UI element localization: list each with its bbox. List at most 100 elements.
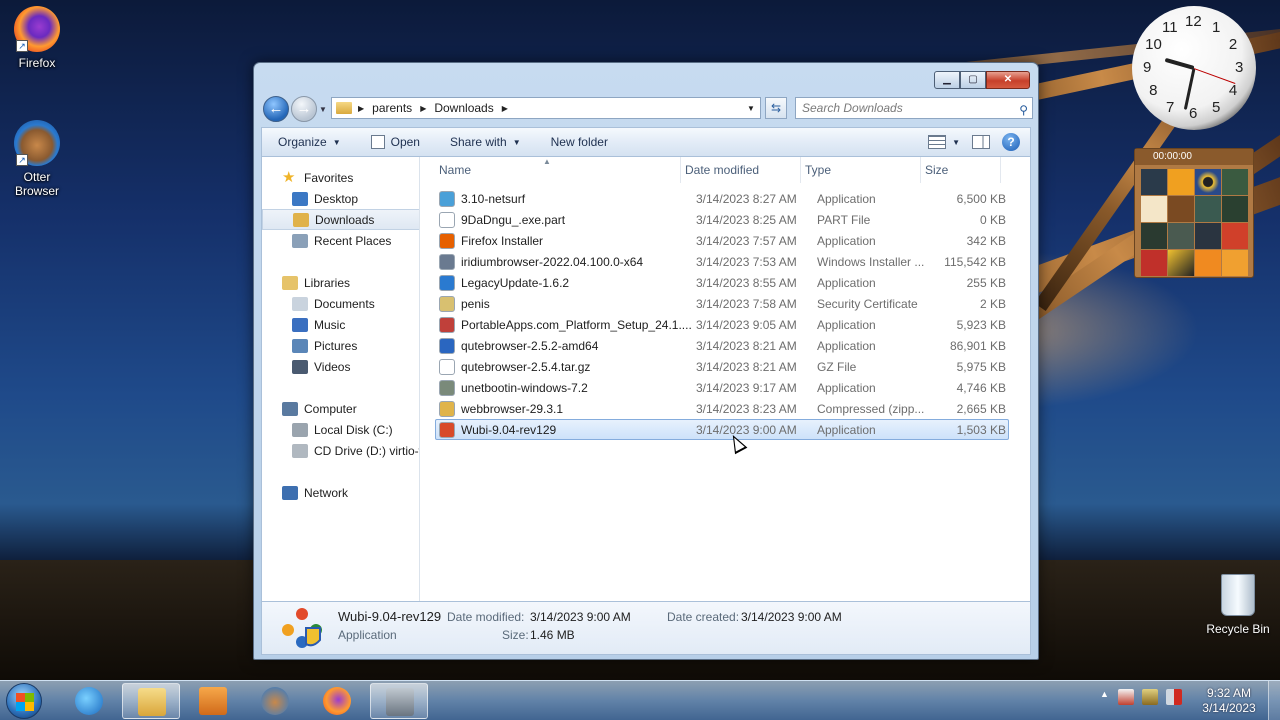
- volume-muted-icon[interactable]: [1166, 689, 1182, 705]
- nav-item-local-disk-c[interactable]: Local Disk (C:): [262, 419, 419, 440]
- network-icon: [282, 485, 298, 500]
- view-dropdown[interactable]: ▼: [952, 138, 960, 147]
- nav-item-libraries[interactable]: Libraries: [262, 272, 419, 293]
- show-desktop-button[interactable]: [1268, 681, 1280, 720]
- picture-puzzle-gadget[interactable]: 00:00:00: [1134, 148, 1254, 278]
- taskbar-button-windows-explorer[interactable]: [122, 683, 180, 719]
- file-row[interactable]: qutebrowser-2.5.4.tar.gz 3/14/2023 8:21 A…: [435, 356, 1009, 377]
- videos-icon: [292, 359, 308, 374]
- nav-item-cd-drive-d-virtio-w[interactable]: CD Drive (D:) virtio-w: [262, 440, 419, 461]
- taskbar-button-media-player[interactable]: [184, 683, 242, 719]
- desktop-icon-recycle-bin[interactable]: Recycle Bin: [1202, 574, 1274, 636]
- change-view-icon[interactable]: [928, 135, 947, 149]
- system-clock[interactable]: 9:32 AM 3/14/2023: [1196, 686, 1262, 716]
- column-header-size[interactable]: Size: [921, 157, 1001, 183]
- taskbar-button-internet-explorer[interactable]: [60, 683, 118, 719]
- taskbar-button-firefox[interactable]: [308, 683, 366, 719]
- puzzle-tile[interactable]: [1195, 223, 1221, 249]
- nav-item-pictures[interactable]: Pictures: [262, 335, 419, 356]
- taskbar-button-otter-browser[interactable]: [246, 683, 304, 719]
- search-input[interactable]: Search Downloads ⚲: [795, 97, 1033, 119]
- close-button[interactable]: ✕: [986, 71, 1030, 89]
- start-button[interactable]: [6, 683, 42, 719]
- file-row[interactable]: Wubi-9.04-rev129 3/14/2023 9:00 AM Applica…: [435, 419, 1009, 440]
- show-hidden-icons-icon[interactable]: ▲: [1100, 689, 1110, 705]
- column-header-type[interactable]: Type: [801, 157, 921, 183]
- clock-number: 3: [1235, 59, 1244, 76]
- puzzle-grid[interactable]: [1135, 165, 1253, 280]
- recent-pages-dropdown[interactable]: ▼: [319, 105, 327, 114]
- explorer-window[interactable]: ▁ ▢ ✕ ← → ▼ ▶ parents ▶ Downloads ▶ ▼ ⇆ …: [253, 62, 1039, 660]
- breadcrumb-separator[interactable]: ▶: [420, 104, 426, 113]
- file-row[interactable]: 3.10-netsurf 3/14/2023 8:27 AM Application…: [435, 188, 1009, 209]
- file-row[interactable]: LegacyUpdate-1.6.2 3/14/2023 8:55 AM Appli…: [435, 272, 1009, 293]
- help-icon[interactable]: ?: [1002, 133, 1020, 151]
- nav-item-favorites[interactable]: ★ Favorites: [262, 167, 419, 188]
- puzzle-tile[interactable]: [1222, 169, 1248, 195]
- navigation-pane[interactable]: ★ Favorites Desktop Downloads Recent Places L…: [262, 157, 420, 601]
- forward-button[interactable]: →: [291, 96, 317, 122]
- minimize-button[interactable]: ▁: [934, 71, 960, 89]
- puzzle-tile[interactable]: [1222, 223, 1248, 249]
- puzzle-tile[interactable]: [1222, 196, 1248, 222]
- refresh-button[interactable]: ⇆: [765, 97, 787, 119]
- puzzle-tile[interactable]: [1195, 250, 1221, 276]
- puzzle-tile[interactable]: [1168, 223, 1194, 249]
- file-date: 3/14/2023 7:57 AM: [696, 233, 797, 248]
- breadcrumb-downloads[interactable]: Downloads: [434, 101, 493, 115]
- nav-item-videos[interactable]: Videos: [262, 356, 419, 377]
- file-size: 5,923 KB: [956, 317, 1006, 332]
- maximize-button[interactable]: ▢: [960, 71, 986, 89]
- address-bar[interactable]: ▶ parents ▶ Downloads ▶ ▼: [331, 97, 761, 119]
- nav-item-computer[interactable]: Computer: [262, 398, 419, 419]
- file-row[interactable]: Firefox Installer 3/14/2023 7:57 AM Applic…: [435, 230, 1009, 251]
- file-row[interactable]: iridiumbrowser-2022.04.100.0-x64 3/14/202…: [435, 251, 1009, 272]
- breadcrumb-parents[interactable]: parents: [372, 101, 412, 115]
- file-row[interactable]: qutebrowser-2.5.2-amd64 3/14/2023 8:21 AM…: [435, 335, 1009, 356]
- share-with-button[interactable]: Share with ▼: [450, 135, 521, 149]
- column-header-date-modified[interactable]: Date modified: [681, 157, 801, 183]
- puzzle-empty-slot[interactable]: [1168, 196, 1194, 222]
- search-icon[interactable]: ⚲: [1019, 100, 1028, 120]
- puzzle-tile[interactable]: [1195, 169, 1221, 195]
- nav-item-documents[interactable]: Documents: [262, 293, 419, 314]
- file-row[interactable]: unetbootin-windows-7.2 3/14/2023 9:17 AM A…: [435, 377, 1009, 398]
- desktop-icon-otter-browser[interactable]: ↗ Otter Browser: [0, 120, 74, 198]
- puzzle-tile[interactable]: [1195, 196, 1221, 222]
- desktop-icon-firefox[interactable]: ↗ Firefox: [0, 6, 74, 70]
- puzzle-tile[interactable]: [1222, 250, 1248, 276]
- clock-gadget[interactable]: 12 1 2 3 4 5 6 7 8 9 10 11: [1132, 6, 1256, 130]
- file-row[interactable]: 9DaDngu_.exe.part 3/14/2023 8:25 AM PART F…: [435, 209, 1009, 230]
- breadcrumb-separator[interactable]: ▶: [502, 104, 508, 113]
- nav-item-network[interactable]: Network: [262, 482, 419, 503]
- puzzle-tile[interactable]: [1141, 169, 1167, 195]
- action-center-icon[interactable]: [1118, 689, 1134, 705]
- puzzle-tile[interactable]: [1141, 196, 1167, 222]
- pictures-icon: [292, 338, 308, 353]
- nav-item-music[interactable]: Music: [262, 314, 419, 335]
- puzzle-tile[interactable]: [1168, 169, 1194, 195]
- breadcrumb-separator[interactable]: ▶: [358, 104, 364, 113]
- file-row[interactable]: penis 3/14/2023 7:58 AM Security Certifica…: [435, 293, 1009, 314]
- back-button[interactable]: ←: [263, 96, 289, 122]
- file-row[interactable]: webbrowser-29.3.1 3/14/2023 8:23 AM Compre…: [435, 398, 1009, 419]
- new-folder-button[interactable]: New folder: [551, 135, 608, 149]
- puzzle-tile[interactable]: [1168, 250, 1194, 276]
- nav-item-desktop[interactable]: Desktop: [262, 188, 419, 209]
- organize-button[interactable]: Organize ▼: [278, 135, 341, 149]
- puzzle-tile[interactable]: [1141, 250, 1167, 276]
- firefox-installer-icon: [439, 232, 455, 249]
- file-size: 86,901 KB: [949, 338, 1006, 353]
- file-name: LegacyUpdate-1.6.2: [461, 275, 570, 290]
- taskbar-button-unetbootin[interactable]: [370, 683, 428, 719]
- file-row[interactable]: PortableApps.com_Platform_Setup_24.1....…: [435, 314, 1009, 335]
- file-list[interactable]: ▲ Name Date modified Type Size 3.10-nets…: [421, 157, 1030, 601]
- network-status-icon[interactable]: [1142, 689, 1158, 705]
- nav-item-recent-places[interactable]: Recent Places: [262, 230, 419, 251]
- puzzle-tile[interactable]: [1141, 223, 1167, 249]
- address-history-dropdown[interactable]: ▼: [742, 104, 760, 113]
- nav-item-downloads[interactable]: Downloads: [262, 209, 419, 230]
- column-header-name[interactable]: ▲ Name: [421, 157, 681, 183]
- open-button[interactable]: Open: [370, 135, 420, 149]
- preview-pane-icon[interactable]: [972, 135, 990, 149]
